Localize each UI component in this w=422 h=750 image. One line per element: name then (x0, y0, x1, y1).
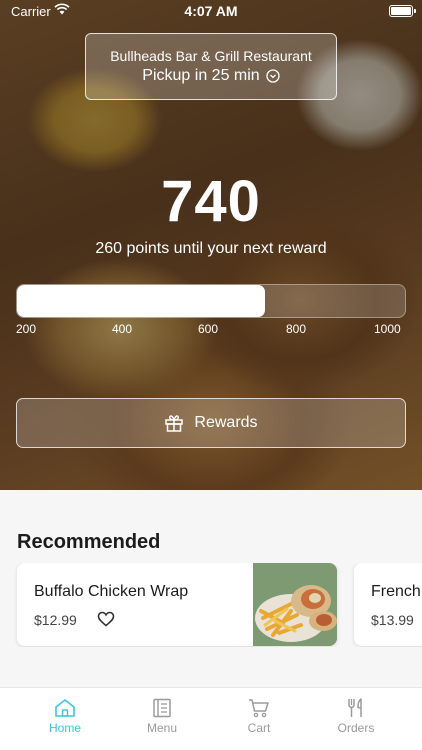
menu-icon (153, 698, 171, 718)
item-price: $12.99 (34, 612, 77, 628)
home-icon (55, 699, 75, 717)
rewards-progress-fill (17, 285, 266, 317)
progress-ticks: 200 400 600 800 1000 (16, 322, 406, 338)
pickup-time: Pickup in 25 min (142, 67, 260, 84)
rewards-button[interactable]: Rewards (16, 398, 406, 448)
rewards-button-label: Rewards (194, 414, 258, 431)
tick-label: 200 (16, 322, 37, 336)
item-price: $13.99 (371, 612, 414, 628)
tick-label: 400 (112, 322, 133, 336)
cart-icon (249, 699, 269, 718)
tick-label: 1000 (374, 322, 401, 336)
restaurant-selector[interactable]: Bullheads Bar & Grill Restaurant Pickup … (85, 33, 337, 100)
tab-orders[interactable]: Orders (306, 688, 406, 750)
wrap-and-fries-image (253, 563, 337, 646)
recommended-carousel[interactable]: Buffalo Chicken Wrap $12.99 French $13.9… (0, 563, 422, 647)
item-photo (253, 563, 337, 646)
points-balance: 740 (161, 169, 261, 234)
fork-knife-icon (348, 698, 362, 717)
item-name: French (371, 583, 421, 600)
tab-label: Orders (337, 721, 375, 735)
tab-home[interactable]: Home (15, 688, 115, 750)
heart-icon[interactable] (97, 611, 115, 627)
tick-label: 600 (198, 322, 219, 336)
recommended-item-card[interactable]: Buffalo Chicken Wrap $12.99 (17, 563, 337, 646)
item-name: Buffalo Chicken Wrap (34, 583, 189, 600)
recommended-item-card[interactable]: French $13.99 (354, 563, 422, 646)
chevron-down-circle-icon (266, 69, 280, 83)
tick-label: 800 (286, 322, 307, 336)
tab-label: Cart (247, 721, 271, 735)
battery-icon (389, 5, 416, 17)
bottom-tab-bar: Home Menu Cart Orders (0, 687, 422, 750)
tab-label: Home (48, 721, 81, 735)
tab-label: Menu (146, 721, 178, 735)
status-bar: Carrier 4:07 AM (0, 0, 422, 24)
gift-icon (165, 415, 184, 432)
points-until-reward: 260 points until your next reward (95, 240, 327, 257)
rewards-progress-bar (16, 284, 406, 318)
status-time: 4:07 AM (184, 3, 238, 19)
tab-menu[interactable]: Menu (112, 688, 212, 750)
restaurant-name: Bullheads Bar & Grill Restaurant (110, 48, 312, 64)
tab-cart[interactable]: Cart (209, 688, 309, 750)
recommended-heading: Recommended (17, 531, 161, 553)
